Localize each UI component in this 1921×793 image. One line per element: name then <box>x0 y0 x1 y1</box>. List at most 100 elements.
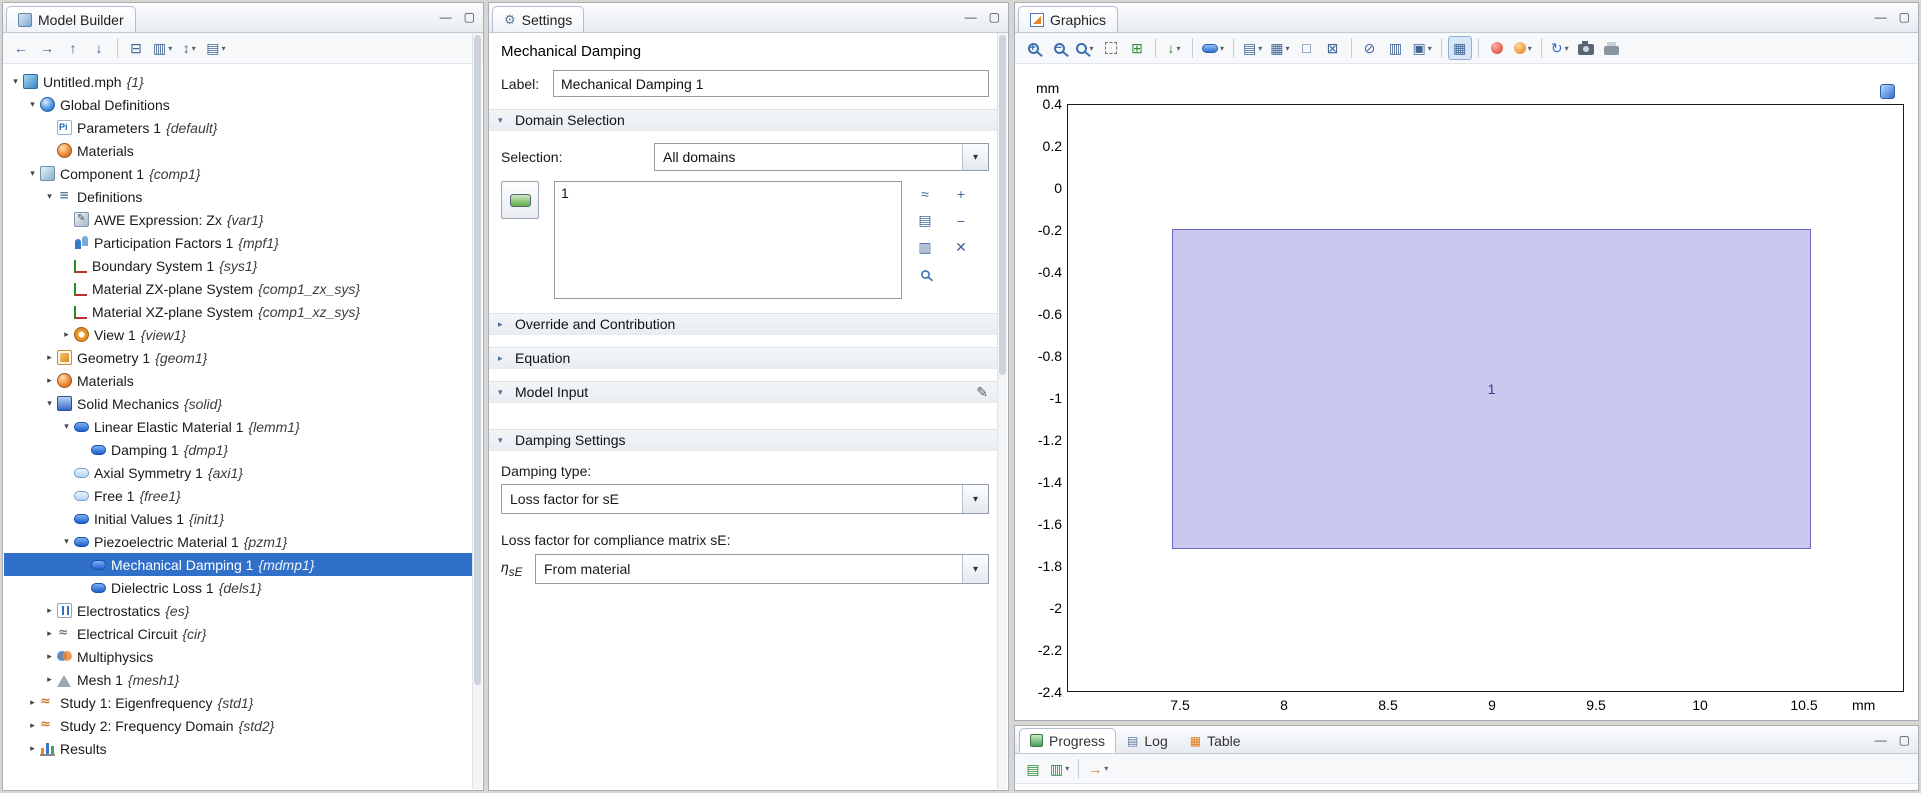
tree-item-parameters[interactable]: Parameters 1{default} <box>4 116 472 139</box>
zoom-in-button[interactable] <box>1021 36 1045 60</box>
expand-icon[interactable]: ▸ <box>25 743 40 754</box>
expand-icon[interactable]: ▾ <box>25 99 40 110</box>
copy-selection-button[interactable]: ▤ <box>914 210 936 231</box>
select-all-button[interactable]: □ <box>1295 36 1319 60</box>
label-input[interactable] <box>553 70 989 97</box>
damping-type-combobox[interactable]: Loss factor for sE ▾ <box>501 484 989 514</box>
snapshot-camera-button[interactable] <box>1574 36 1598 60</box>
minimize-button[interactable]: — <box>965 10 977 24</box>
move-down-button[interactable]: ↓ <box>87 36 111 60</box>
scene-light-button[interactable] <box>1485 36 1509 60</box>
tree-item-solid-mechanics[interactable]: ▾Solid Mechanics{solid} <box>4 392 472 415</box>
tab-table[interactable]: ▦ Table <box>1179 728 1252 753</box>
tab-graphics[interactable]: Graphics <box>1018 6 1118 32</box>
tree-item-material-xz-plane[interactable]: Material XZ-plane System{comp1_xz_sys} <box>4 300 472 323</box>
tree-item-damping[interactable]: Damping 1{dmp1} <box>4 438 472 461</box>
minimize-button[interactable]: — <box>440 10 452 24</box>
active-selection-toggle[interactable] <box>501 181 539 219</box>
image-snapshot-button[interactable]: ▦▾ <box>1267 36 1292 60</box>
tree-options-button[interactable]: ▤▾ <box>203 36 228 60</box>
tree-item-awe-expression[interactable]: AWE Expression: Zx{var1} <box>4 208 472 231</box>
tree-item-untitled[interactable]: ▾Untitled.mph{1} <box>4 70 472 93</box>
section-override-contribution[interactable]: ▸ Override and Contribution <box>489 313 997 335</box>
progress-grid-button[interactable]: ▤ <box>1021 757 1045 781</box>
dropdown-button[interactable]: ▾ <box>962 555 988 583</box>
tree-item-axial-symmetry[interactable]: Axial Symmetry 1{axi1} <box>4 461 472 484</box>
expand-icon[interactable]: ▾ <box>42 398 57 409</box>
follow-progress-button[interactable]: →▾ <box>1085 757 1111 781</box>
tree-item-multiphysics[interactable]: ▸Multiphysics <box>4 645 472 668</box>
maximize-button[interactable]: ▢ <box>464 10 475 24</box>
sort-button[interactable]: ↕▾ <box>177 36 201 60</box>
tree-item-material-zx-plane[interactable]: Material ZX-plane System{comp1_zx_sys} <box>4 277 472 300</box>
tab-log[interactable]: ▤ Log <box>1116 728 1179 753</box>
deselect-all-button[interactable]: ⊠ <box>1321 36 1345 60</box>
expand-icon[interactable]: ▸ <box>42 375 57 386</box>
screenshot-button[interactable]: ▣▾ <box>1410 36 1435 60</box>
plot-area[interactable]: mm 1 0.4 0.2 0 -0.2 -0.4 -0.6 -0.8 -1 -1… <box>1016 64 1917 719</box>
expand-icon[interactable]: ▾ <box>25 168 40 179</box>
tree-item-linear-elastic-material[interactable]: ▾Linear Elastic Material 1{lemm1} <box>4 415 472 438</box>
expand-icon[interactable]: ▸ <box>42 352 57 363</box>
model-builder-scrollbar[interactable] <box>472 33 482 789</box>
zoom-to-selection-button[interactable] <box>914 264 936 285</box>
settings-scrollbar[interactable] <box>997 33 1007 789</box>
transparency-button[interactable]: ▥ <box>1384 36 1408 60</box>
tree-item-electrical-circuit[interactable]: ▸Electrical Circuit{cir} <box>4 622 472 645</box>
plot-update-button[interactable]: ↻▾ <box>1548 36 1572 60</box>
scrollbar-thumb[interactable] <box>999 35 1006 375</box>
section-model-input[interactable]: ▾ Model Input ✎ <box>489 381 997 403</box>
tree-item-materials-component[interactable]: ▸Materials <box>4 369 472 392</box>
tree-item-results[interactable]: ▸Results <box>4 737 472 760</box>
tab-settings[interactable]: ⚙ Settings <box>492 6 584 32</box>
section-damping-settings[interactable]: ▾ Damping Settings <box>489 429 997 451</box>
tree-item-study1[interactable]: ▸Study 1: Eigenfrequency{std1} <box>4 691 472 714</box>
tree-item-materials-global[interactable]: Materials <box>4 139 472 162</box>
tree-item-mechanical-damping[interactable]: Mechanical Damping 1{mdmp1} <box>4 553 472 576</box>
geometry-domain[interactable]: 1 <box>1172 229 1811 549</box>
hide-selected-button[interactable]: ⊘ <box>1358 36 1382 60</box>
forward-button[interactable]: → <box>35 36 59 60</box>
expand-icon[interactable]: ▸ <box>42 605 57 616</box>
expand-icon[interactable]: ▸ <box>25 697 40 708</box>
tree-item-definitions[interactable]: ▾Definitions <box>4 185 472 208</box>
expand-icon[interactable]: ▾ <box>8 76 23 87</box>
collapse-all-button[interactable]: ⊟ <box>124 36 148 60</box>
selection-combobox[interactable]: All domains ▾ <box>654 143 989 171</box>
zoom-box-button[interactable] <box>1099 36 1123 60</box>
tree-item-free[interactable]: Free 1{free1} <box>4 484 472 507</box>
expand-icon[interactable]: ▸ <box>42 674 57 685</box>
create-selection-button[interactable]: ≈ <box>914 183 936 204</box>
tree-item-mesh[interactable]: ▸Mesh 1{mesh1} <box>4 668 472 691</box>
expand-icon[interactable]: ▸ <box>59 329 74 340</box>
selection-list-item[interactable]: 1 <box>561 185 895 204</box>
move-up-button[interactable]: ↑ <box>61 36 85 60</box>
tree-item-component[interactable]: ▾Component 1{comp1} <box>4 162 472 185</box>
section-equation[interactable]: ▸ Equation <box>489 347 997 369</box>
remove-from-selection-button[interactable]: − <box>950 210 972 231</box>
scrollbar-thumb[interactable] <box>474 35 481 685</box>
minimize-button[interactable]: — <box>1875 733 1887 747</box>
clear-selection-button[interactable]: ✕ <box>950 237 972 258</box>
tree-item-global-definitions[interactable]: ▾Global Definitions <box>4 93 472 116</box>
back-button[interactable]: ← <box>9 36 33 60</box>
dropdown-button[interactable]: ▾ <box>962 144 988 170</box>
tree-item-piezoelectric-material[interactable]: ▾Piezoelectric Material 1{pzm1} <box>4 530 472 553</box>
dropdown-button[interactable]: ▾ <box>962 485 988 513</box>
expand-icon[interactable]: ▸ <box>25 720 40 731</box>
tree-item-participation-factors[interactable]: Participation Factors 1{mpf1} <box>4 231 472 254</box>
expand-icon[interactable]: ▾ <box>59 421 74 432</box>
add-to-selection-button[interactable]: + <box>950 183 972 204</box>
tree-item-geometry[interactable]: ▸Geometry 1{geom1} <box>4 346 472 369</box>
zoom-extents-button[interactable]: ▾ <box>1073 36 1097 60</box>
edit-model-input-button[interactable]: ✎ <box>976 384 988 401</box>
go-to-default-view-button[interactable]: ↓▾ <box>1162 36 1186 60</box>
grid-toggle-button[interactable]: ▦ <box>1448 36 1472 60</box>
maximize-button[interactable]: ▢ <box>1899 733 1910 747</box>
expand-icon[interactable]: ▸ <box>42 651 57 662</box>
print-button[interactable] <box>1600 36 1624 60</box>
tree-item-initial-values[interactable]: Initial Values 1{init1} <box>4 507 472 530</box>
maximize-button[interactable]: ▢ <box>989 10 1000 24</box>
maximize-button[interactable]: ▢ <box>1899 10 1910 24</box>
tree-item-boundary-system[interactable]: Boundary System 1{sys1} <box>4 254 472 277</box>
